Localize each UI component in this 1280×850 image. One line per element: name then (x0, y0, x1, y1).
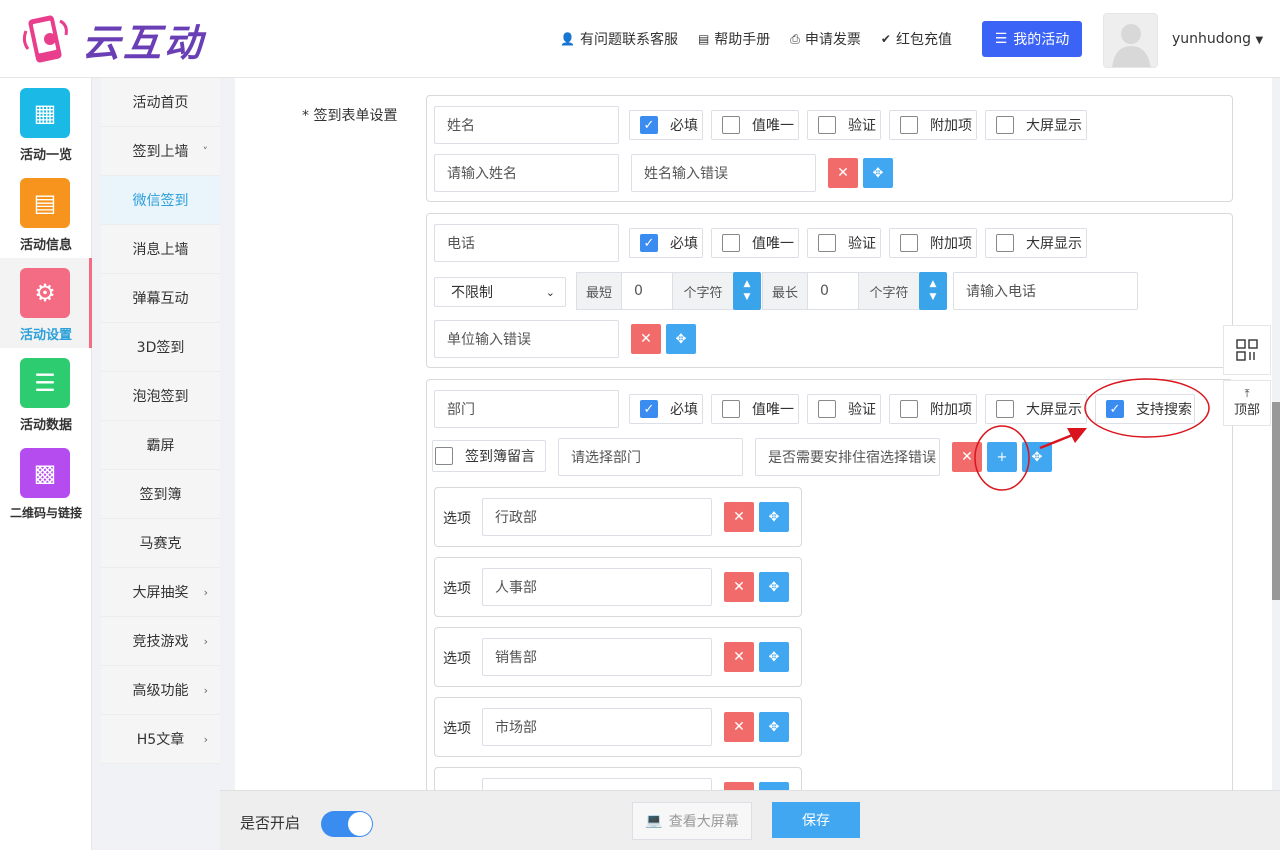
shield-check-icon: ✔ (880, 32, 891, 46)
subnav-item[interactable]: 签到簿 (101, 470, 220, 519)
nav-help-label: 帮助手册 (714, 32, 771, 48)
sidebar-item-info[interactable]: ▤ 活动信息 (0, 168, 92, 258)
toggle-knob (348, 812, 372, 836)
sub-nav: 活动首页 签到上墙 ˅ 微信签到 消息上墙 弹幕互动 3D签到 泡泡签到 霸屏 签… (101, 78, 220, 764)
top-nav: 👤 有问题联系客服 ▤ 帮助手册 ⎙ 申请发票 ✔ 红包充值 (560, 22, 972, 56)
qrcode-float-button[interactable] (1223, 325, 1271, 375)
nav-help[interactable]: ▤ 帮助手册 (698, 29, 770, 49)
subnav-item[interactable]: 泡泡签到 (101, 372, 220, 421)
sidebar-label: 活动一览 (19, 148, 72, 163)
subnav-label: 3D签到 (136, 340, 185, 356)
sidebar-label: 活动设置 (19, 328, 72, 343)
sidebar-item-data[interactable]: ☰ 活动数据 (0, 348, 92, 438)
database-icon: ☰ (20, 358, 70, 408)
view-bigscreen-button[interactable]: 💻 查看大屏幕 (632, 802, 752, 840)
subnav-item[interactable]: 3D签到 (101, 323, 220, 372)
sidebar-item-settings[interactable]: ⚙ 活动设置 (0, 258, 92, 348)
subnav-label: 泡泡签到 (132, 389, 189, 405)
subnav-item[interactable]: 大屏抽奖 › (101, 568, 220, 617)
arrow-up-icon: ⤒ (1244, 387, 1250, 400)
subnav-item[interactable]: 弹幕互动 (101, 274, 220, 323)
subnav-item[interactable]: 消息上墙 (101, 225, 220, 274)
laptop-icon: 💻 (645, 813, 663, 829)
avatar[interactable] (1103, 13, 1158, 68)
nav-recharge-label: 红包充值 (895, 32, 952, 48)
subnav-item[interactable]: 微信签到 (101, 176, 220, 225)
nav-invoice-label: 申请发票 (804, 32, 861, 48)
annotation-circle-add (974, 425, 1030, 491)
chevron-right-icon: › (203, 634, 208, 648)
username: yunhudong (1172, 31, 1251, 47)
sidebar-label: 二维码与链接 (9, 506, 82, 520)
subnav-item[interactable]: 霸屏 (101, 421, 220, 470)
sidebar-item-qrcode[interactable]: ▩ 二维码与链接 (0, 438, 92, 528)
subnav-label: 马赛克 (139, 536, 182, 552)
logo[interactable]: 云互动 (20, 10, 205, 68)
printer-icon: ⎙ (790, 31, 800, 46)
username-dropdown[interactable]: yunhudong ▼ (1172, 31, 1263, 47)
subnav-label: 大屏抽奖 (132, 585, 189, 601)
user-silhouette-icon (1112, 24, 1151, 67)
subnav-item[interactable]: 竞技游戏 › (101, 617, 220, 666)
my-activity-label: 我的活动 (1013, 32, 1070, 48)
sidebar-label: 活动数据 (19, 418, 72, 433)
subnav-label: 霸屏 (146, 438, 175, 454)
sidebar-item-overview[interactable]: ▦ 活动一览 (0, 78, 92, 168)
subnav-label: 弹幕互动 (132, 291, 189, 307)
bottom-bar: 是否开启 💻 查看大屏幕 保存 (220, 790, 1280, 850)
chevron-right-icon: › (203, 585, 208, 599)
top-label: 顶部 (1233, 403, 1260, 418)
subnav-label: 竞技游戏 (132, 634, 189, 650)
qrcode-icon: ▩ (20, 448, 70, 498)
chevron-right-icon: › (203, 683, 208, 697)
subnav-label: 微信签到 (132, 193, 189, 209)
enabled-toggle[interactable] (321, 811, 373, 837)
enabled-label: 是否开启 (240, 814, 301, 832)
grid-icon: ▦ (20, 88, 70, 138)
gear-icon: ⚙ (20, 268, 70, 318)
phone-logo-icon (22, 15, 68, 63)
left-sidebar: ▦ 活动一览 ▤ 活动信息 ⚙ 活动设置 ☰ 活动数据 ▩ 二维码与链接 (0, 78, 92, 850)
subnav-label: 活动首页 (132, 95, 189, 111)
subnav-item[interactable]: 高级功能 › (101, 666, 220, 715)
user-plus-icon: 👤 (560, 32, 575, 46)
view-bigscreen-label: 查看大屏幕 (668, 814, 739, 830)
subnav-item[interactable]: 马赛克 (101, 519, 220, 568)
save-button[interactable]: 保存 (772, 802, 860, 838)
nav-support[interactable]: 👤 有问题联系客服 (560, 29, 678, 49)
subnav-item[interactable]: 活动首页 (101, 78, 220, 127)
nav-support-label: 有问题联系客服 (579, 32, 678, 48)
top-bar: 云互动 👤 有问题联系客服 ▤ 帮助手册 ⎙ 申请发票 ✔ 红包充值 ☰ 我的活动 yun… (0, 0, 1280, 78)
logo-text: 云互动 (82, 20, 206, 65)
subnav-label: 签到簿 (139, 487, 182, 503)
subnav-label: H5文章 (136, 732, 185, 748)
sidebar-label: 活动信息 (19, 238, 72, 253)
subnav-item[interactable]: H5文章 › (101, 715, 220, 764)
my-activity-button[interactable]: ☰ 我的活动 (982, 21, 1082, 57)
subnav-label: 消息上墙 (132, 242, 189, 258)
nav-recharge[interactable]: ✔ 红包充值 (881, 29, 952, 49)
nav-invoice[interactable]: ⎙ 申请发票 (790, 29, 861, 49)
subnav-label: 签到上墙 (132, 144, 189, 160)
annotation-circle-search (1084, 378, 1210, 438)
chevron-down-icon: ˅ (202, 144, 209, 158)
main-content: * 签到表单设置 姓名 ✓ 必填 值唯一 验证 附加项 大屏显示 请输入姓名 姓名… (235, 78, 1272, 790)
document-icon: ▤ (20, 178, 70, 228)
qrcode-icon (1236, 339, 1258, 361)
chevron-right-icon: › (203, 732, 208, 746)
scrollbar-thumb[interactable] (1272, 402, 1280, 600)
book-icon: ▤ (697, 32, 710, 46)
back-to-top-button[interactable]: ⤒ 顶部 (1223, 380, 1271, 426)
subnav-label: 高级功能 (132, 683, 189, 699)
annotation-overlay (974, 378, 1210, 491)
caret-down-icon: ▼ (1255, 35, 1264, 46)
subnav-item[interactable]: 签到上墙 ˅ (101, 127, 220, 176)
list-icon: ☰ (994, 31, 1008, 47)
